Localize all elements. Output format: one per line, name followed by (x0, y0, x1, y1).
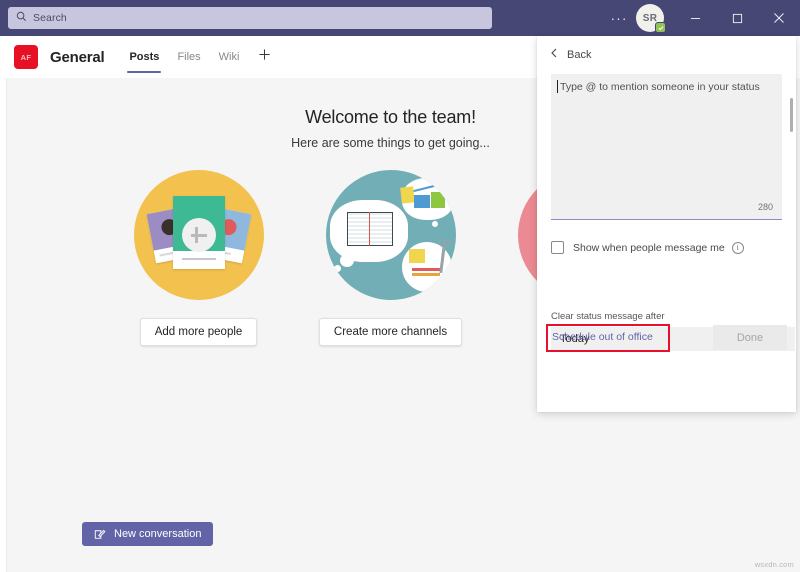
maximize-icon (732, 13, 743, 24)
create-more-channels-button[interactable]: Create more channels (319, 318, 462, 346)
info-icon[interactable]: i (732, 242, 744, 254)
panel-scrollbar[interactable] (790, 98, 793, 132)
tab-files[interactable]: Files (168, 36, 209, 78)
plus-circle-icon (182, 218, 216, 252)
avatar[interactable]: SR (636, 4, 664, 32)
tab-posts[interactable]: Posts (120, 36, 168, 78)
compose-icon (94, 528, 114, 540)
maximize-button[interactable] (716, 0, 758, 36)
teams-app-window: Search ··· SR (0, 0, 800, 572)
add-people-illustration (134, 170, 264, 300)
window-controls-group: ··· SR (606, 0, 800, 36)
title-bar: Search ··· SR (0, 0, 800, 36)
text-caret (557, 80, 558, 93)
search-placeholder: Search (33, 12, 67, 24)
watermark: wsxdn.com (755, 560, 794, 569)
highlight-box (546, 324, 670, 352)
search-icon (16, 9, 33, 27)
channel-tabs: Posts Files Wiki (120, 36, 281, 78)
close-button[interactable] (758, 0, 800, 36)
status-message-placeholder: Type @ to mention someone in your status (560, 81, 773, 93)
chevron-left-icon (550, 48, 558, 61)
show-when-messaged-label: Show when people message me (573, 242, 725, 254)
tab-wiki[interactable]: Wiki (210, 36, 249, 78)
back-label: Back (567, 49, 591, 61)
add-tab-button[interactable] (248, 36, 281, 78)
minimize-icon (690, 13, 701, 24)
notebook-icon (347, 212, 393, 246)
new-conversation-button[interactable]: New conversation (82, 522, 213, 546)
show-when-messaged-row[interactable]: Show when people message me i (551, 241, 744, 254)
search-input[interactable]: Search (8, 7, 492, 29)
done-button[interactable]: Done (713, 325, 787, 350)
clear-after-label: Clear status message after (551, 311, 665, 322)
card-create-channels: Create more channels (308, 170, 474, 346)
create-channels-illustration (326, 170, 456, 300)
plus-icon (258, 48, 271, 66)
status-message-panel: Back Type @ to mention someone in your s… (537, 36, 796, 412)
photo-card-center (173, 196, 225, 269)
close-icon (773, 12, 785, 24)
card-add-people: Add more people (116, 170, 282, 346)
back-button[interactable]: Back (550, 48, 591, 61)
minimize-button[interactable] (674, 0, 716, 36)
page-title: General (50, 49, 104, 66)
new-conversation-label: New conversation (114, 528, 201, 540)
show-when-messaged-checkbox[interactable] (551, 241, 564, 254)
more-options-icon[interactable]: ··· (606, 0, 632, 36)
status-message-input[interactable]: Type @ to mention someone in your status… (551, 74, 782, 220)
presence-available-icon (655, 22, 666, 33)
character-counter: 280 (758, 202, 773, 212)
team-avatar: AF (14, 45, 38, 69)
add-more-people-button[interactable]: Add more people (140, 318, 258, 346)
